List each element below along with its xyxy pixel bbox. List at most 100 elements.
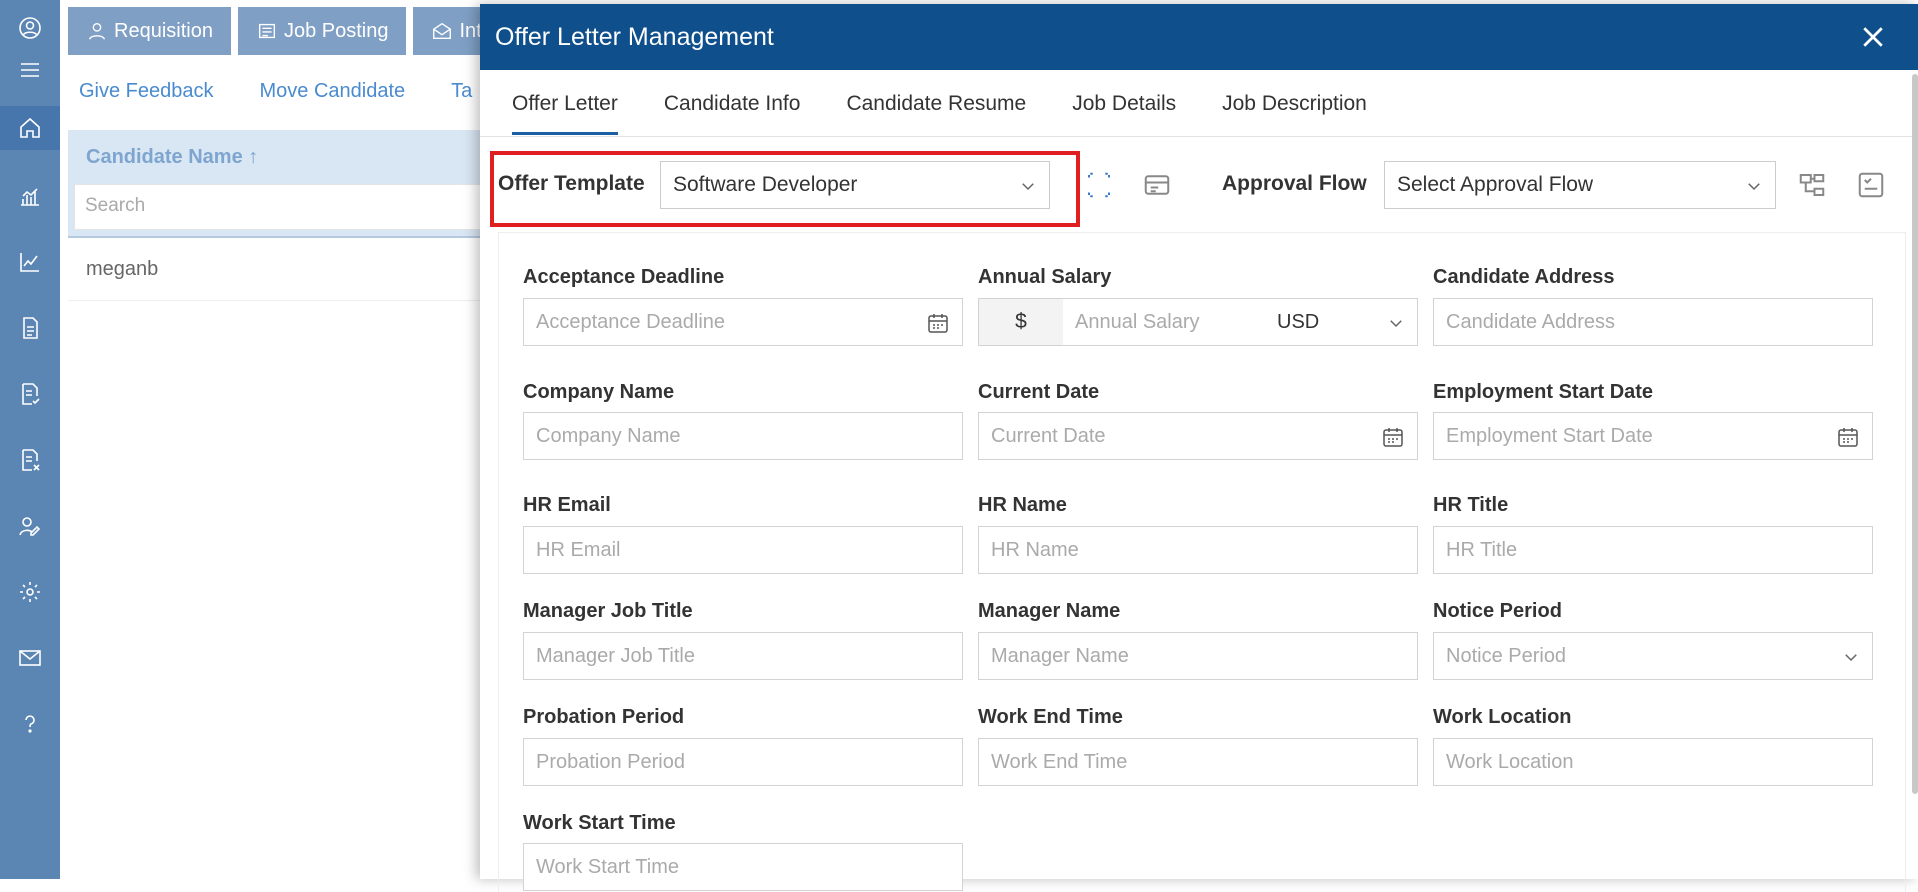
approval-flow-select[interactable]: Select Approval Flow — [1384, 161, 1776, 209]
field-label: Work End Time — [978, 706, 1123, 728]
field-label: Work Start Time — [523, 812, 676, 834]
user-icon — [88, 22, 106, 40]
user-edit-icon[interactable] — [0, 504, 60, 548]
field-placeholder: HR Name — [991, 538, 1079, 561]
field-placeholder: Notice Period — [1446, 644, 1567, 667]
field-placeholder: Work Start Time — [536, 855, 679, 878]
tag-link[interactable]: Ta — [451, 80, 472, 103]
field-label: Candidate Address — [1433, 266, 1615, 288]
refresh-template-icon[interactable] — [1084, 170, 1114, 200]
work-start-time-input[interactable]: Work Start Time — [523, 843, 963, 891]
field-label: HR Name — [978, 494, 1067, 516]
manager-job-title-input[interactable]: Manager Job Title — [523, 632, 963, 680]
chart-icon[interactable] — [0, 240, 60, 284]
field-label: HR Email — [523, 494, 611, 516]
close-icon[interactable] — [1858, 22, 1888, 52]
field-placeholder: Probation Period — [536, 750, 685, 773]
field-placeholder: Employment Start Date — [1446, 424, 1653, 447]
calendar-icon[interactable] — [1836, 425, 1860, 449]
tab-offer-letter[interactable]: Offer Letter — [512, 82, 618, 135]
checklist-icon[interactable] — [1856, 170, 1886, 200]
offer-letter-dialog: Offer Letter Management Offer Letter Can… — [480, 4, 1918, 892]
analytics-icon[interactable] — [0, 174, 60, 218]
work-location-input[interactable]: Work Location — [1433, 738, 1873, 786]
tab-candidate-info[interactable]: Candidate Info — [664, 82, 801, 135]
field-placeholder: Candidate Address — [1446, 310, 1616, 333]
field-label: Probation Period — [523, 706, 685, 728]
calendar-icon[interactable] — [926, 311, 950, 335]
tab-label: Requisition — [114, 19, 213, 42]
mail-open-icon — [433, 22, 452, 40]
field-label: HR Title — [1433, 494, 1509, 516]
document-icon[interactable] — [0, 306, 60, 350]
user-icon[interactable] — [0, 6, 60, 50]
search-input[interactable]: Search — [74, 184, 488, 230]
tab-label: Int — [459, 19, 482, 42]
field-placeholder: Work Location — [1446, 750, 1574, 773]
tab-candidate-resume[interactable]: Candidate Resume — [846, 82, 1026, 135]
tab-job-posting[interactable]: Job Posting — [237, 7, 407, 55]
checklist-icon[interactable] — [0, 372, 60, 416]
tab-job-details[interactable]: Job Details — [1072, 82, 1176, 135]
company-name-input[interactable]: Company Name — [523, 412, 963, 460]
preview-template-icon[interactable] — [1142, 170, 1172, 200]
reject-doc-icon[interactable] — [0, 438, 60, 482]
work-end-time-input[interactable]: Work End Time — [978, 738, 1418, 786]
annual-salary-input[interactable]: $ Annual Salary USD — [978, 298, 1418, 346]
chevron-down-icon — [1019, 177, 1037, 195]
action-links: Give Feedback Move Candidate Ta — [79, 80, 472, 103]
field-label: Acceptance Deadline — [523, 266, 725, 288]
approval-flow-label: Approval Flow — [1222, 172, 1367, 195]
tab-job-description[interactable]: Job Description — [1222, 82, 1367, 135]
hr-title-input[interactable]: HR Title — [1433, 526, 1873, 574]
current-date-input[interactable]: Current Date — [978, 412, 1418, 460]
currency-select-value[interactable]: USD — [1277, 311, 1319, 334]
row-divider — [68, 300, 488, 301]
help-icon[interactable] — [0, 702, 60, 746]
mail-icon[interactable] — [0, 636, 60, 680]
dialog-title: Offer Letter Management — [495, 22, 774, 51]
chevron-down-icon — [1842, 648, 1860, 666]
scrollbar[interactable] — [1912, 74, 1918, 794]
employment-start-date-input[interactable]: Employment Start Date — [1433, 412, 1873, 460]
top-tabs: Requisition Job Posting Int — [68, 7, 500, 55]
dialog-tabs: Offer Letter Candidate Info Candidate Re… — [512, 82, 1413, 135]
approval-flow-value: Select Approval Flow — [1397, 173, 1594, 196]
field-placeholder: Manager Name — [991, 644, 1129, 667]
table-row[interactable]: meganb — [86, 258, 158, 281]
probation-period-input[interactable]: Probation Period — [523, 738, 963, 786]
tab-label: Job Posting — [283, 19, 389, 42]
candidate-address-input[interactable]: Candidate Address — [1433, 298, 1873, 346]
tab-divider — [480, 136, 1918, 137]
home-icon[interactable] — [0, 106, 60, 150]
manager-name-input[interactable]: Manager Name — [978, 632, 1418, 680]
chevron-down-icon[interactable] — [1387, 314, 1405, 332]
notice-period-select[interactable]: Notice Period — [1433, 632, 1873, 680]
field-label: Notice Period — [1433, 600, 1562, 622]
menu-icon[interactable] — [0, 48, 60, 92]
newspaper-icon — [258, 23, 275, 39]
candidate-grid-header: Candidate Name ↑ Search — [68, 130, 488, 238]
offer-template-label: Offer Template — [498, 172, 645, 195]
calendar-icon[interactable] — [1381, 425, 1405, 449]
workflow-icon[interactable] — [1797, 170, 1827, 200]
field-label: Current Date — [978, 381, 1100, 403]
field-label: Company Name — [523, 381, 675, 403]
dialog-header: Offer Letter Management — [480, 4, 1918, 70]
candidate-name-column-header[interactable]: Candidate Name ↑ — [86, 146, 258, 169]
field-label: Manager Job Title — [523, 600, 693, 622]
give-feedback-link[interactable]: Give Feedback — [79, 80, 214, 103]
field-placeholder: Company Name — [536, 424, 681, 447]
move-candidate-link[interactable]: Move Candidate — [260, 80, 406, 103]
gear-icon[interactable] — [0, 570, 60, 614]
currency-symbol: $ — [979, 299, 1063, 345]
hr-email-input[interactable]: HR Email — [523, 526, 963, 574]
field-label: Employment Start Date — [1433, 381, 1654, 403]
tab-requisition[interactable]: Requisition — [68, 7, 231, 55]
field-label: Manager Name — [978, 600, 1121, 622]
field-placeholder: Work End Time — [991, 750, 1128, 773]
acceptance-deadline-input[interactable]: Acceptance Deadline — [523, 298, 963, 346]
offer-template-select[interactable]: Software Developer — [660, 161, 1050, 209]
hr-name-input[interactable]: HR Name — [978, 526, 1418, 574]
field-placeholder: Manager Job Title — [536, 644, 695, 667]
